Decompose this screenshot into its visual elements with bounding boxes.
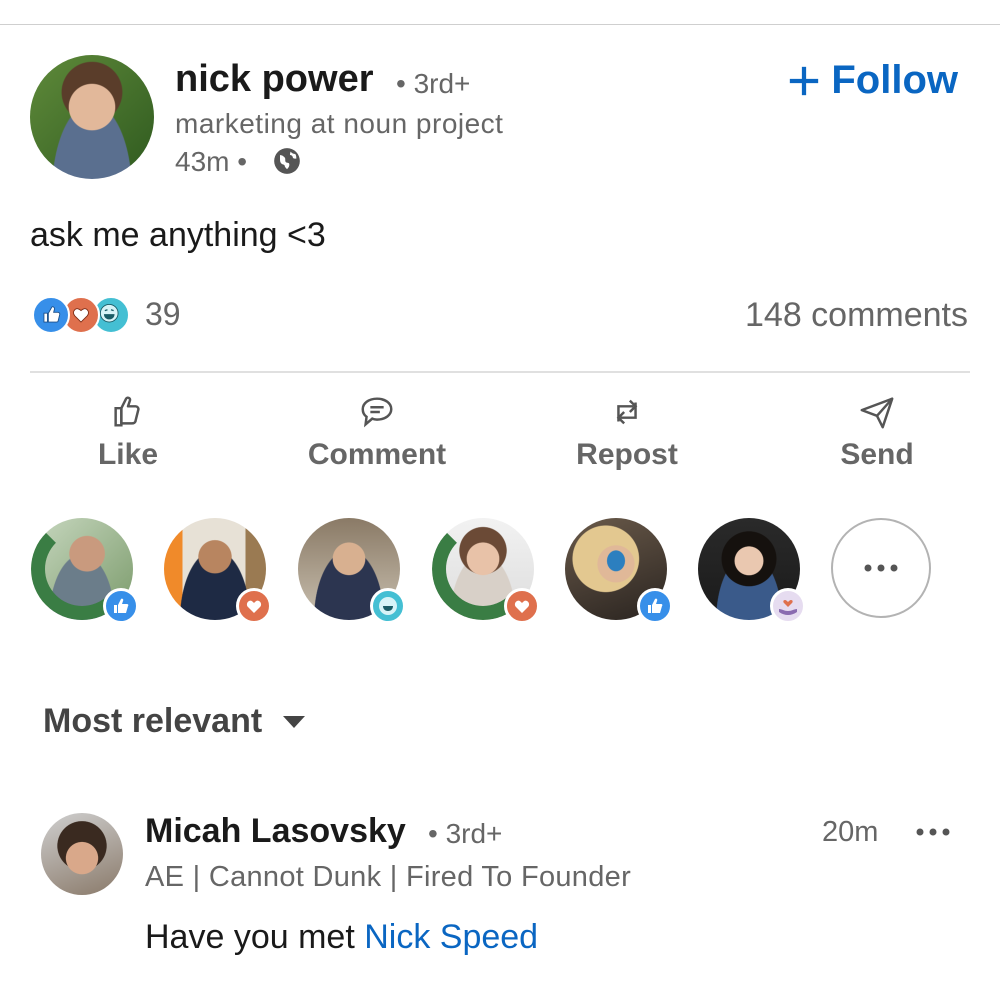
like-icon [637,588,673,624]
reactor-avatar[interactable] [432,518,540,624]
commenter-degree: • 3rd+ [428,818,503,849]
like-icon [114,396,140,427]
reactor-avatar[interactable] [565,518,673,624]
sort-label: Most relevant [43,702,263,740]
author-degree: • 3rd+ [396,68,471,99]
send-icon [860,397,894,429]
send-button[interactable]: Send [777,392,977,472]
like-button[interactable]: Like [28,392,228,472]
plus-icon [790,66,819,95]
comment-icon [361,397,393,428]
sort-dropdown[interactable]: Most relevant [43,702,306,741]
funny-icon [370,588,406,624]
reaction-summary[interactable] [32,296,132,334]
commenter-headline: AE | Cannot Dunk | Fired To Founder [145,861,632,893]
more-reactors-button[interactable] [831,518,931,618]
post-text: ask me anything <3 [30,216,326,254]
comment-text: Have you met Nick Speed [145,918,538,957]
repost-button[interactable]: Repost [527,392,727,472]
love-icon [236,588,272,624]
post-time: 43m • [175,146,248,177]
author-headline: marketing at noun project [175,108,504,139]
comment-time: 20m [822,816,879,848]
more-icon [864,564,898,572]
reaction-count[interactable]: 39 [145,296,181,333]
support-icon [770,588,806,624]
send-label: Send [840,438,914,471]
author-avatar[interactable] [30,55,154,179]
like-label: Like [97,438,159,471]
reactor-avatar[interactable] [698,518,806,624]
comment-text-prefix: Have you met [145,918,365,956]
comment-label: Comment [307,438,447,471]
reactor-avatar[interactable] [31,518,139,624]
commenter-name[interactable]: Micah Lasovsky [145,812,406,851]
love-icon [504,588,540,624]
repost-icon [616,399,638,425]
caret-down-icon [283,715,306,728]
like-icon [32,296,70,334]
like-icon [103,588,139,624]
mention-link[interactable]: Nick Speed [364,918,538,956]
reactor-avatar[interactable] [298,518,406,624]
follow-label: Follow [831,58,958,102]
repost-label: Repost [576,438,678,471]
commenter-avatar[interactable] [41,813,123,895]
divider [30,371,970,373]
follow-button[interactable]: Follow [787,58,958,103]
top-divider [0,24,1000,25]
globe-icon [274,148,300,174]
comment-button[interactable]: Comment [277,392,477,472]
reactor-avatar[interactable] [164,518,272,624]
comment-count[interactable]: 148 comments [745,296,968,335]
author-name[interactable]: nick power [175,58,374,101]
more-options-icon[interactable] [914,822,954,842]
